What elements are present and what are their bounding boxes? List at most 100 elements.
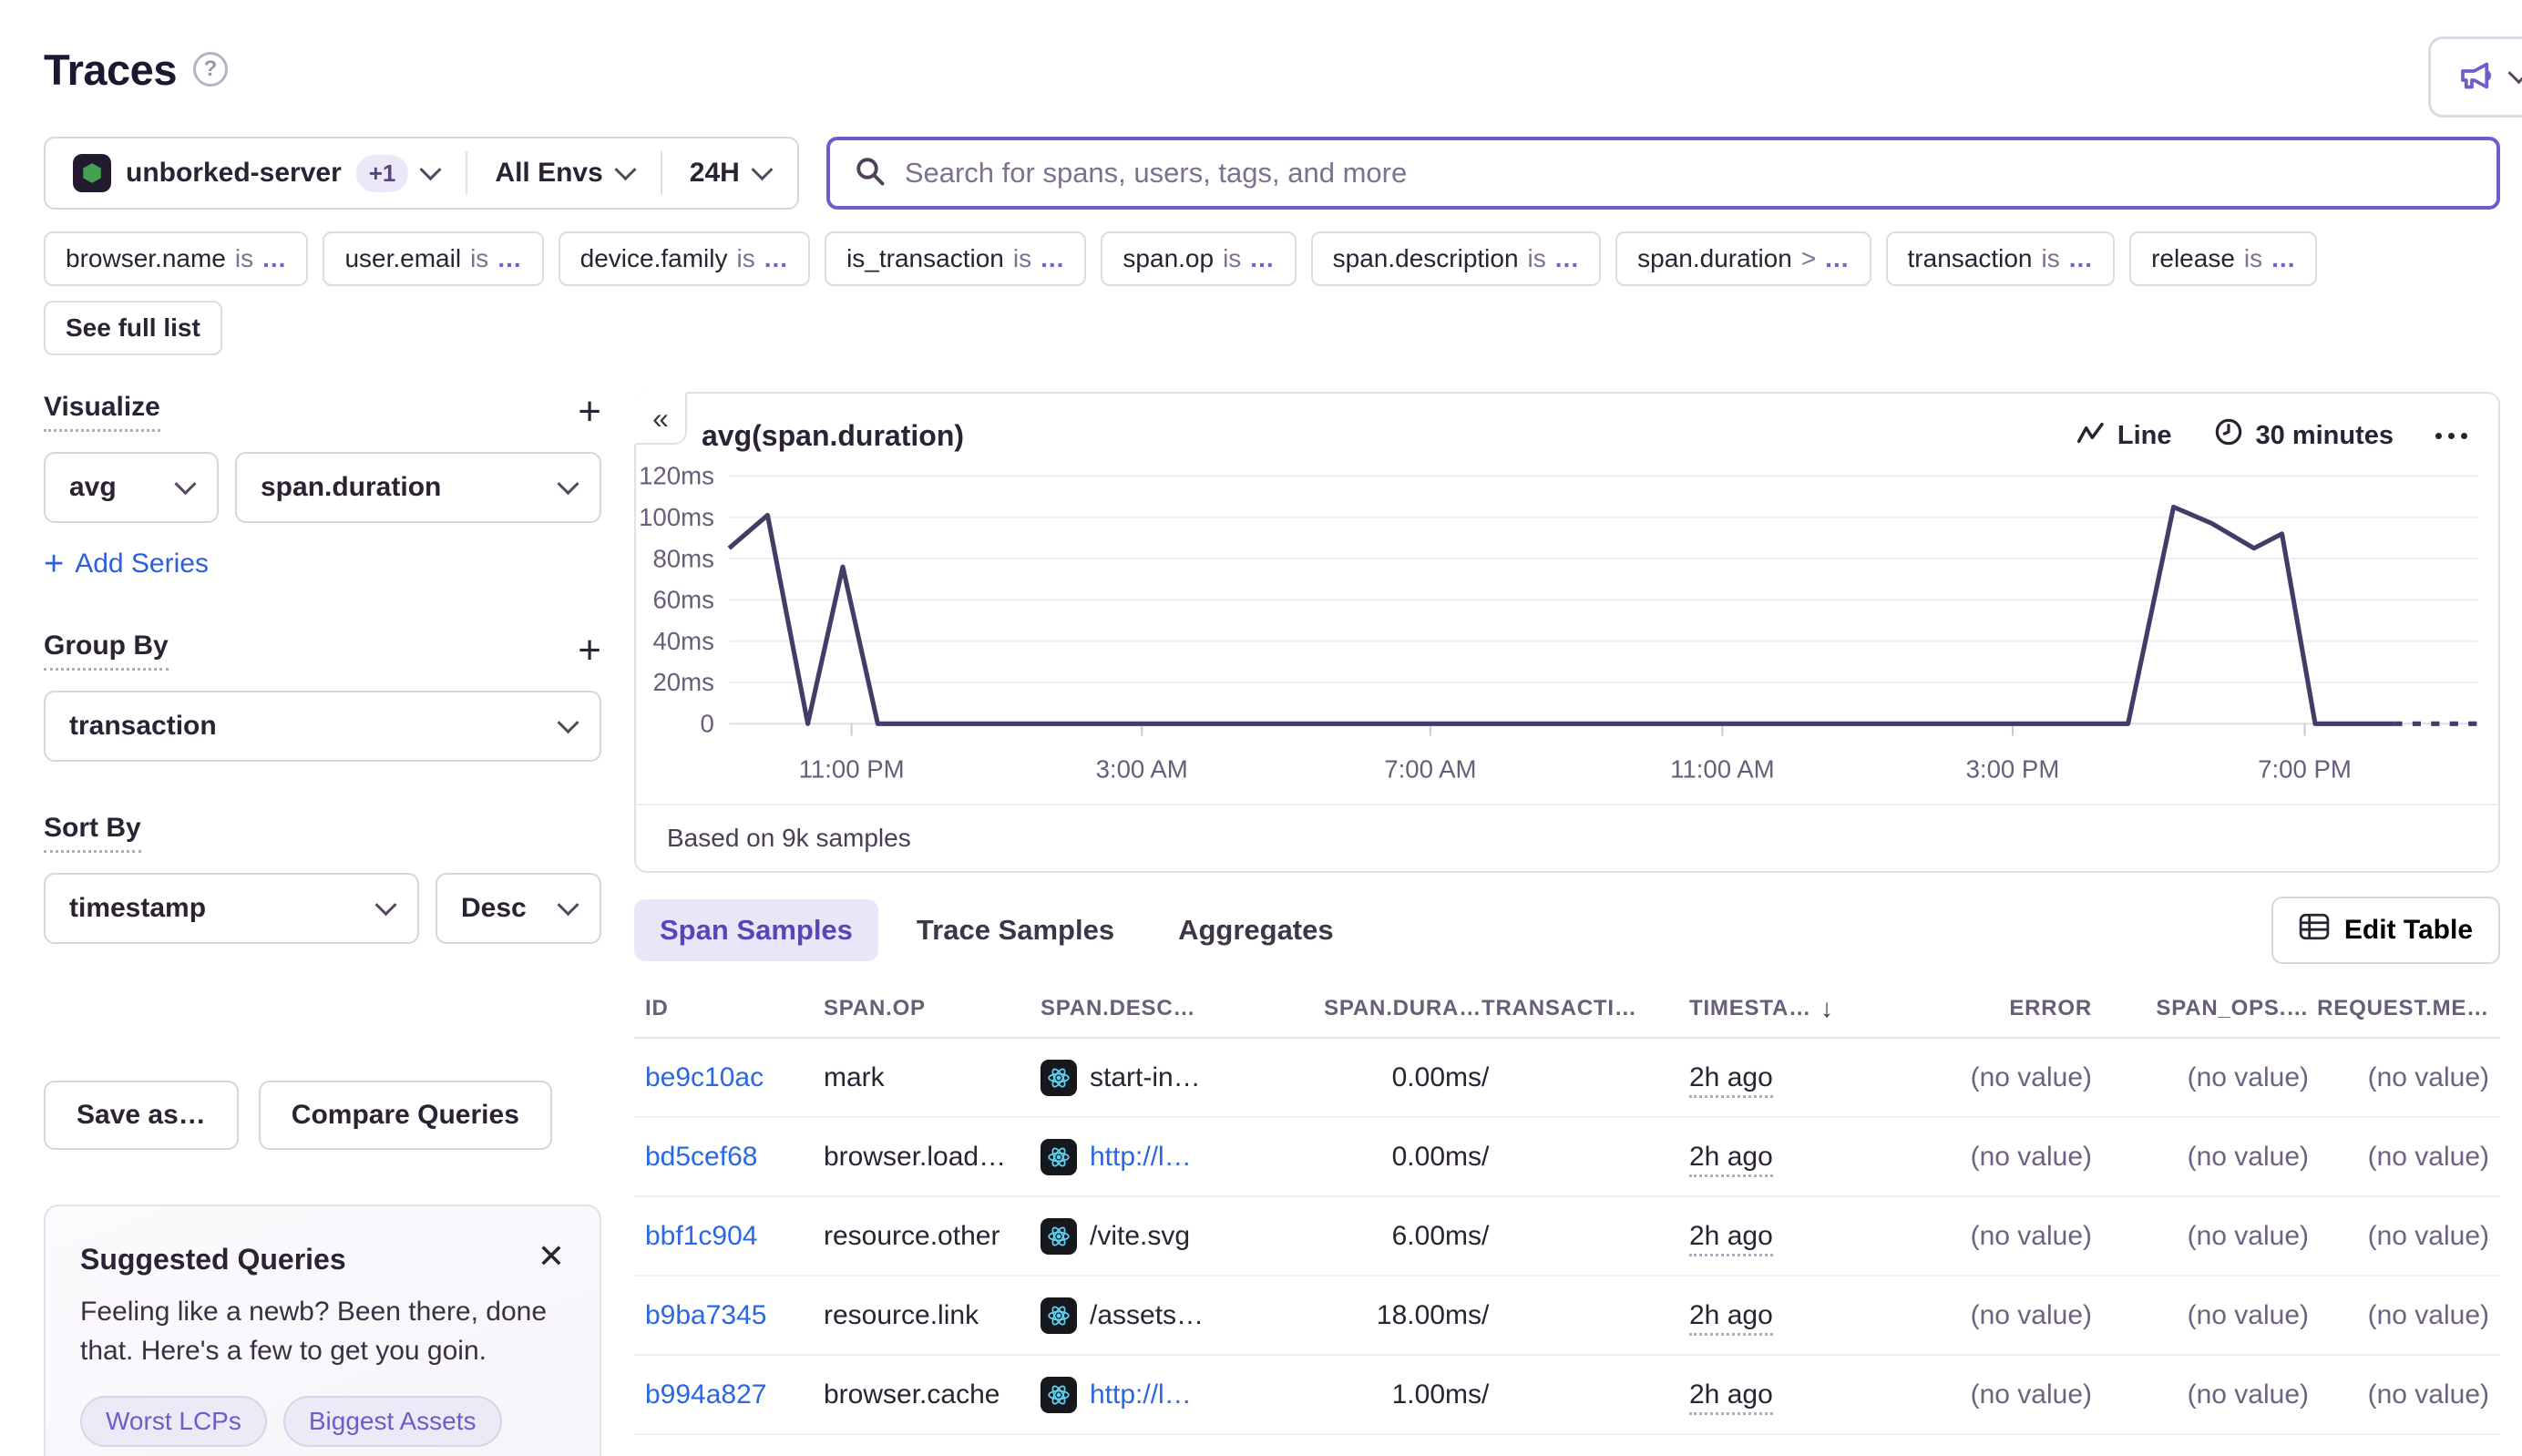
- save-as-button[interactable]: Save as…: [44, 1081, 239, 1150]
- filter-chip-span.op[interactable]: span.opis...: [1101, 231, 1296, 286]
- react-icon: [1041, 1218, 1077, 1255]
- error-cell: (no value): [1886, 1062, 2092, 1093]
- filter-chip-is_transaction[interactable]: is_transactionis...: [825, 231, 1086, 286]
- chevron-down-icon: [751, 159, 773, 180]
- column-header[interactable]: ID: [645, 996, 824, 1021]
- table-row[interactable]: be9c10acmarkstart-in…0.00ms/2h ago(no va…: [634, 1039, 2500, 1118]
- react-icon: [1041, 1297, 1077, 1334]
- svg-text:3:00 AM: 3:00 AM: [1096, 755, 1188, 784]
- add-visualize-button[interactable]: +: [578, 398, 601, 426]
- chip-op: is: [470, 244, 488, 273]
- column-header-label: ERROR: [2009, 996, 2092, 1021]
- column-header[interactable]: SPAN_OPS.…: [2092, 996, 2309, 1021]
- project-name: unborked-server: [126, 158, 342, 189]
- add-series-button[interactable]: + Add Series: [44, 549, 209, 579]
- svg-text:60ms: 60ms: [652, 586, 713, 614]
- filter-chip-span.duration[interactable]: span.duration>...: [1615, 231, 1871, 286]
- span-description-text: /vite.svg: [1090, 1221, 1190, 1252]
- sort-direction-select[interactable]: Desc: [436, 873, 601, 944]
- edit-table-button[interactable]: Edit Table: [2271, 897, 2500, 964]
- span-description-link[interactable]: http://l…: [1090, 1379, 1192, 1410]
- span-description-cell: http://l…: [1041, 1139, 1270, 1175]
- span-id-link[interactable]: bbf1c904: [645, 1221, 757, 1251]
- span-duration-cell: 18.00ms: [1270, 1300, 1481, 1331]
- column-header[interactable]: ERROR: [1886, 996, 2092, 1021]
- chart-interval-button[interactable]: 30 minutes: [2214, 417, 2394, 454]
- timestamp-value[interactable]: 2h ago: [1689, 1062, 1773, 1098]
- table-row[interactable]: bbf1c904resource.other/vite.svg6.00ms/2h…: [634, 1197, 2500, 1277]
- environment-selector[interactable]: All Envs: [467, 138, 660, 208]
- table-row[interactable]: b994a827browser.cachehttp://l…1.00ms/2h …: [634, 1356, 2500, 1435]
- table-row[interactable]: b9ba7345resource.link/assets…18.00ms/2h …: [634, 1277, 2500, 1356]
- chevron-down-icon: [614, 159, 636, 180]
- span-id-link[interactable]: be9c10ac: [645, 1062, 764, 1092]
- filter-chip-transaction[interactable]: transactionis...: [1886, 231, 2116, 286]
- column-header[interactable]: REQUEST.ME…: [2309, 996, 2489, 1021]
- close-icon[interactable]: ✕: [538, 1243, 565, 1270]
- result-tabs: Span SamplesTrace SamplesAggregates: [634, 899, 1359, 961]
- svg-text:7:00 PM: 7:00 PM: [2258, 755, 2352, 784]
- time-range-selector[interactable]: 24H: [662, 138, 797, 208]
- tab-span-samples[interactable]: Span Samples: [634, 899, 878, 961]
- span-duration-cell: 6.00ms: [1270, 1221, 1481, 1252]
- table-row[interactable]: bd5cef68browser.load…http://l…0.00ms/2h …: [634, 1118, 2500, 1197]
- transaction-cell: /: [1481, 1300, 1689, 1331]
- search-input[interactable]: [905, 157, 2473, 190]
- column-header-label: SPAN.DESC…: [1041, 996, 1195, 1021]
- react-icon: [1041, 1060, 1077, 1096]
- svg-text:120ms: 120ms: [639, 462, 714, 490]
- span-id-link[interactable]: b994a827: [645, 1379, 766, 1410]
- filter-chip-device.family[interactable]: device.familyis...: [559, 231, 810, 286]
- request-method-cell: (no value): [2309, 1142, 2489, 1173]
- column-header[interactable]: TIMESTA…↓: [1689, 994, 1886, 1023]
- timestamp-value[interactable]: 2h ago: [1689, 1379, 1773, 1415]
- timestamp-value[interactable]: 2h ago: [1689, 1142, 1773, 1177]
- tab-aggregates[interactable]: Aggregates: [1153, 899, 1359, 961]
- chip-value: ...: [1555, 244, 1579, 273]
- clock-icon: [2214, 417, 2243, 454]
- help-icon[interactable]: ?: [193, 52, 228, 87]
- column-header[interactable]: SPAN.DESC…: [1041, 996, 1270, 1021]
- project-selector[interactable]: unborked-server +1: [46, 138, 466, 208]
- column-header[interactable]: SPAN.OP: [824, 996, 1041, 1021]
- column-header-label: REQUEST.ME…: [2317, 996, 2489, 1021]
- timestamp-value[interactable]: 2h ago: [1689, 1300, 1773, 1336]
- tab-trace-samples[interactable]: Trace Samples: [891, 899, 1140, 961]
- span-id-link[interactable]: bd5cef68: [645, 1142, 757, 1172]
- timestamp-value[interactable]: 2h ago: [1689, 1221, 1773, 1256]
- add-group-by-button[interactable]: +: [578, 637, 601, 664]
- span-description-link[interactable]: http://l…: [1090, 1142, 1192, 1173]
- filter-chip-release[interactable]: releaseis...: [2129, 231, 2317, 286]
- group-by-select[interactable]: transaction: [44, 691, 601, 762]
- chevron-down-icon: [557, 473, 579, 495]
- collapse-sidebar-button[interactable]: «: [634, 392, 687, 445]
- span-samples-table: IDSPAN.OPSPAN.DESC… SPAN.DURA…TRANSACTI…T…: [634, 980, 2500, 1456]
- table-row[interactable]: b5bac9fdhttp.clientGET htt…378.00ms/2h a…: [634, 1435, 2500, 1456]
- chart-more-button[interactable]: [2435, 433, 2467, 439]
- field-select[interactable]: span.duration: [235, 452, 601, 523]
- see-full-list-button[interactable]: See full list: [44, 301, 222, 355]
- chip-op: is: [235, 244, 253, 273]
- chip-op: is: [1013, 244, 1031, 273]
- filter-chip-user.email[interactable]: user.emailis...: [323, 231, 543, 286]
- chart-type-button[interactable]: Line: [2077, 421, 2172, 451]
- suggested-chip[interactable]: Biggest Assets: [283, 1396, 502, 1447]
- chevron-down-icon: [420, 159, 442, 180]
- column-header[interactable]: SPAN.DURA…: [1270, 996, 1481, 1021]
- whats-new-button[interactable]: [2428, 36, 2522, 118]
- aggregate-select[interactable]: avg: [44, 452, 219, 523]
- compare-queries-button[interactable]: Compare Queries: [259, 1081, 552, 1150]
- sort-field-select[interactable]: timestamp: [44, 873, 419, 944]
- line-chart[interactable]: 020ms40ms60ms80ms100ms120ms11:00 PM3:00 …: [636, 457, 2498, 804]
- filter-chip-span.description[interactable]: span.descriptionis...: [1311, 231, 1601, 286]
- column-header[interactable]: TRANSACTI…: [1481, 996, 1689, 1021]
- request-method-cell: (no value): [2309, 1300, 2489, 1331]
- chevron-down-icon: [374, 894, 396, 916]
- span-id-link[interactable]: b9ba7345: [645, 1300, 766, 1330]
- suggested-chip[interactable]: Worst LCPs: [80, 1396, 267, 1447]
- request-method-cell: (no value): [2309, 1379, 2489, 1410]
- megaphone-icon: [2458, 57, 2495, 97]
- filter-chip-browser.name[interactable]: browser.nameis...: [44, 231, 308, 286]
- react-icon: [1041, 1377, 1077, 1413]
- results-panel: « avg(span.duration) Line: [634, 392, 2500, 1456]
